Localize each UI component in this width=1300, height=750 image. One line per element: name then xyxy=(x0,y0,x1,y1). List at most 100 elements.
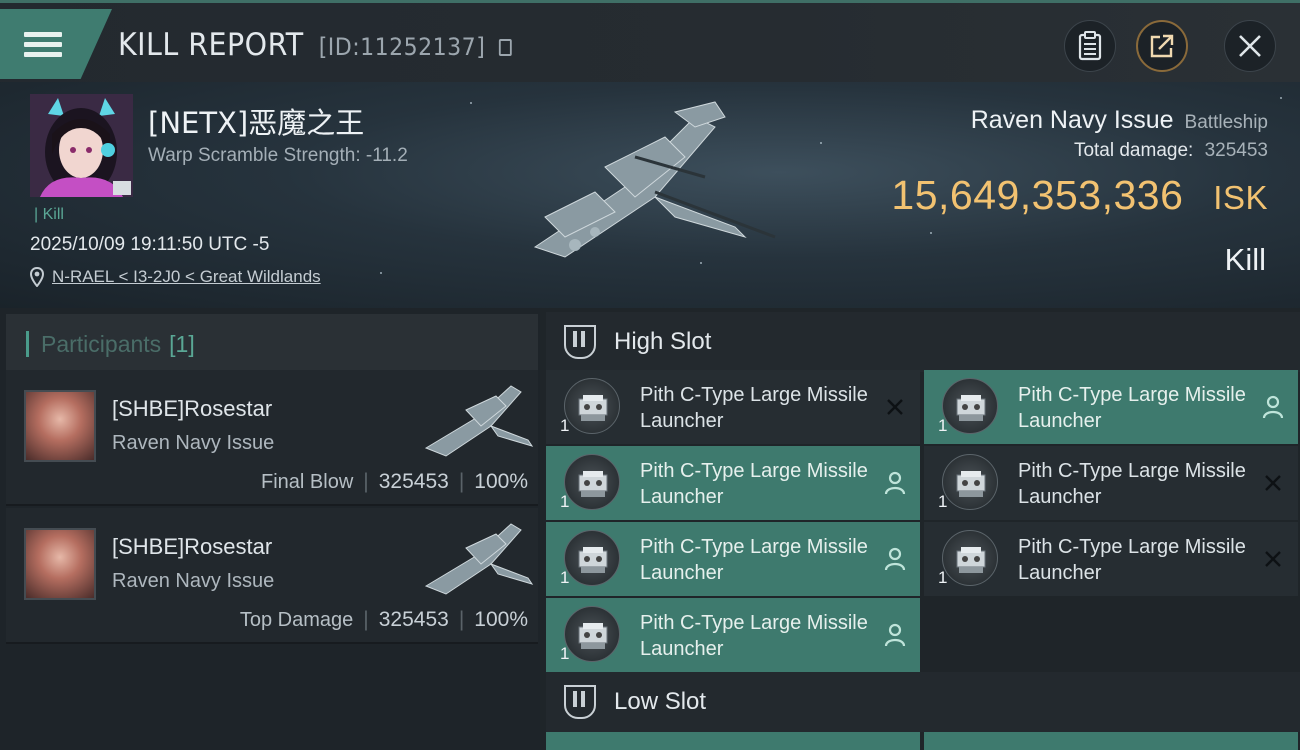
module-name: Pith C-Type Large Missile Launcher xyxy=(1018,536,1246,584)
kill-outcome: Kill xyxy=(1224,242,1266,277)
missile-launcher-icon xyxy=(564,454,620,510)
participants-header[interactable]: Participants [1] xyxy=(6,314,538,374)
module-quantity: 1 xyxy=(938,416,948,435)
low-slot-icon xyxy=(564,685,596,719)
share-icon xyxy=(1150,34,1174,58)
module-item[interactable]: 1 Pith C-Type Large Missile Launcher xyxy=(924,522,1298,596)
missile-launcher-icon xyxy=(564,606,620,662)
victim-ship[interactable]: Raven Navy Issue Battleship xyxy=(971,106,1268,135)
module-name: Pith C-Type Large Missile Launcher xyxy=(640,460,868,508)
menu-badge-icon xyxy=(113,181,131,195)
header-accent-bar xyxy=(26,331,29,357)
victim-name[interactable]: [NETX]恶魔之王 xyxy=(148,100,364,142)
participant-stats: Final Blow | 325453 | 100% xyxy=(261,470,528,494)
participant-name: [SHBE]Rosestar xyxy=(112,534,273,559)
kill-datetime: 2025/10/09 19:11:50 UTC -5 xyxy=(30,234,270,255)
ship-image xyxy=(533,101,776,258)
location-pin-icon xyxy=(30,267,44,287)
participant-row[interactable]: [SHBE]Rosestar Raven Navy Issue Final Bl… xyxy=(6,370,538,506)
low-slot-label: Low Slot xyxy=(614,688,707,715)
clipboard-icon xyxy=(1078,31,1102,61)
close-icon xyxy=(1239,35,1261,57)
total-damage-value: 325453 xyxy=(1204,140,1268,161)
hamburger-icon xyxy=(24,27,62,62)
missile-launcher-icon xyxy=(942,378,998,434)
location-link[interactable]: N-RAEL < I3-2J0 < Great Wildlands xyxy=(52,267,321,287)
avatar[interactable] xyxy=(24,528,96,600)
module-item[interactable]: 1 Pith C-Type Large Missile Launcher xyxy=(924,446,1298,520)
participant-row[interactable]: [SHBE]Rosestar Raven Navy Issue Top Dama… xyxy=(6,508,538,644)
kill-tag-text: Kill xyxy=(42,206,64,223)
person-icon xyxy=(882,546,908,572)
high-slot-icon xyxy=(564,325,596,359)
participant-percent: 100% xyxy=(474,470,528,493)
total-damage-label: Total damage: xyxy=(1073,140,1194,161)
participant-ship-image xyxy=(424,385,534,457)
participants-label: Participants xyxy=(41,330,162,357)
module-quantity: 1 xyxy=(560,644,570,663)
isk-amount: 15,649,353,336 xyxy=(891,172,1184,218)
module-item[interactable]: 1 Pith C-Type Large Missile Launcher xyxy=(546,370,920,444)
kill-tag: | Kill xyxy=(34,206,64,223)
victim-avatar[interactable] xyxy=(30,94,133,197)
module-quantity: 1 xyxy=(560,416,570,435)
low-slot-module-peek[interactable] xyxy=(924,732,1298,750)
victim-ship-name: Raven Navy Issue xyxy=(970,106,1174,134)
isk-unit: ISK xyxy=(1213,179,1268,216)
participant-tag: Top Damage xyxy=(239,608,354,631)
warp-scramble-strength: Warp Scramble Strength: -11.2 xyxy=(148,145,408,166)
module-quantity: 1 xyxy=(938,492,948,511)
fitting-panel: High Slot 1 Pith C-Type Large Missile Lau… xyxy=(540,308,1300,750)
module-quantity: 1 xyxy=(560,568,570,587)
module-quantity: 1 xyxy=(560,492,570,511)
module-item[interactable]: 1 Pith C-Type Large Missile Launcher xyxy=(546,598,920,672)
participant-damage: 325453 xyxy=(378,608,449,631)
destroyed-x-icon xyxy=(1260,546,1286,572)
participant-ship: Raven Navy Issue xyxy=(112,432,275,454)
close-button[interactable] xyxy=(1224,20,1276,72)
person-icon xyxy=(1260,394,1286,420)
clipboard-button[interactable] xyxy=(1064,20,1116,72)
top-bar: KILL REPORT [ID:11252137] xyxy=(0,0,1300,82)
share-button[interactable] xyxy=(1136,20,1188,72)
missile-launcher-icon xyxy=(564,530,620,586)
divider: | xyxy=(458,608,465,631)
module-quantity: 1 xyxy=(938,568,948,587)
missile-launcher-icon xyxy=(564,378,620,434)
missile-launcher-icon xyxy=(942,454,998,510)
divider: | xyxy=(458,470,465,493)
divider: | xyxy=(363,470,369,493)
low-slot-module-peek[interactable] xyxy=(546,732,920,750)
divider: | xyxy=(363,608,369,631)
person-icon xyxy=(882,470,908,496)
low-slot-header: Low Slot xyxy=(546,672,1300,732)
page-title-text: KILL REPORT xyxy=(118,27,304,63)
menu-button[interactable] xyxy=(0,9,112,79)
destroyed-x-icon xyxy=(882,394,908,420)
participant-name: [SHBE]Rosestar xyxy=(112,396,273,421)
participant-ship: Raven Navy Issue xyxy=(112,570,275,592)
kill-header: [NETX]恶魔之王 Warp Scramble Strength: -11.2… xyxy=(0,82,1300,308)
participant-tag: Final Blow xyxy=(261,470,354,493)
isk-value: 15,649,353,336 ISK xyxy=(891,172,1268,219)
module-name: Pith C-Type Large Missile Launcher xyxy=(640,384,868,432)
copy-icon[interactable] xyxy=(498,39,512,56)
high-slot-label: High Slot xyxy=(614,328,712,355)
total-damage: Total damage: 325453 xyxy=(1074,140,1268,162)
participant-stats: Top Damage | 325453 | 100% xyxy=(240,608,528,632)
module-item[interactable]: 1 Pith C-Type Large Missile Launcher xyxy=(546,522,920,596)
high-slot-header: High Slot xyxy=(546,312,1300,372)
kill-location[interactable]: N-RAEL < I3-2J0 < Great Wildlands xyxy=(30,267,321,287)
person-icon xyxy=(882,622,908,648)
module-name: Pith C-Type Large Missile Launcher xyxy=(640,536,868,584)
destroyed-x-icon xyxy=(1260,470,1286,496)
victim-ship-class: Battleship xyxy=(1184,112,1268,133)
missile-launcher-icon xyxy=(942,530,998,586)
module-item[interactable]: 1 Pith C-Type Large Missile Launcher xyxy=(546,446,920,520)
avatar[interactable] xyxy=(24,390,96,462)
module-item[interactable]: 1 Pith C-Type Large Missile Launcher xyxy=(924,370,1298,444)
participants-panel: Participants [1] [SHBE]Rosestar Raven Na… xyxy=(0,308,540,750)
participant-damage: 325453 xyxy=(378,470,449,493)
module-name: Pith C-Type Large Missile Launcher xyxy=(1018,460,1246,508)
participant-ship-image xyxy=(424,523,534,595)
